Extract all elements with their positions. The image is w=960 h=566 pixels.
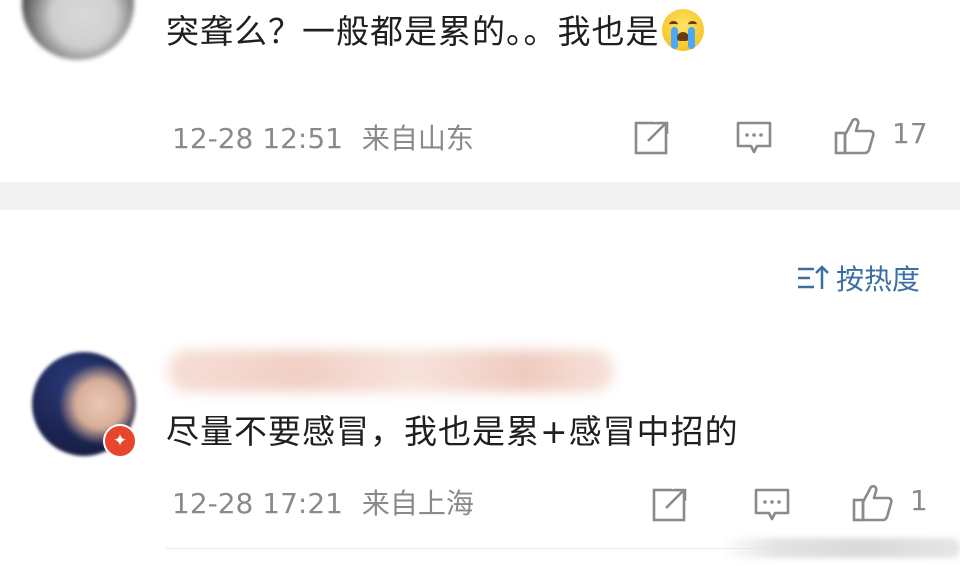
like-icon[interactable]	[852, 483, 894, 523]
comment-text: 尽量不要感冒，我也是累+感冒中招的	[166, 412, 739, 451]
comment-time: 12-28 17:21	[172, 487, 343, 520]
comment-feed: 突聋么？一般都是累的。。我也是 12-28 12:51 来自山东 17 按热度 …	[0, 0, 960, 566]
comment-time: 12-28 12:51	[172, 122, 343, 155]
comment-text-content: 突聋么？一般都是累的。。我也是	[166, 12, 660, 51]
verified-badge-icon: ✦	[103, 424, 137, 458]
watermark	[720, 538, 960, 558]
username-blurred[interactable]	[168, 350, 614, 392]
sort-label: 按热度	[835, 263, 920, 296]
sort-icon	[797, 265, 829, 289]
like-count: 1	[910, 484, 928, 517]
comment-meta: 12-28 12:51 来自山东	[172, 117, 474, 157]
section-divider	[0, 182, 960, 210]
like-icon[interactable]	[834, 116, 876, 156]
comment-text: 突聋么？一般都是累的。。我也是	[166, 8, 704, 56]
share-icon[interactable]	[652, 486, 690, 522]
comment-meta: 12-28 17:21 来自上海	[172, 482, 474, 522]
comment-icon[interactable]	[735, 120, 773, 156]
avatar[interactable]	[22, 0, 134, 60]
sort-by-hot-button[interactable]: 按热度	[796, 258, 920, 298]
share-icon[interactable]	[634, 119, 672, 155]
comment-icon[interactable]	[753, 487, 791, 523]
crying-emoji-icon	[661, 9, 704, 51]
comment-location: 来自山东	[361, 122, 474, 155]
like-count: 17	[892, 117, 928, 150]
comment-location: 来自上海	[361, 487, 474, 520]
